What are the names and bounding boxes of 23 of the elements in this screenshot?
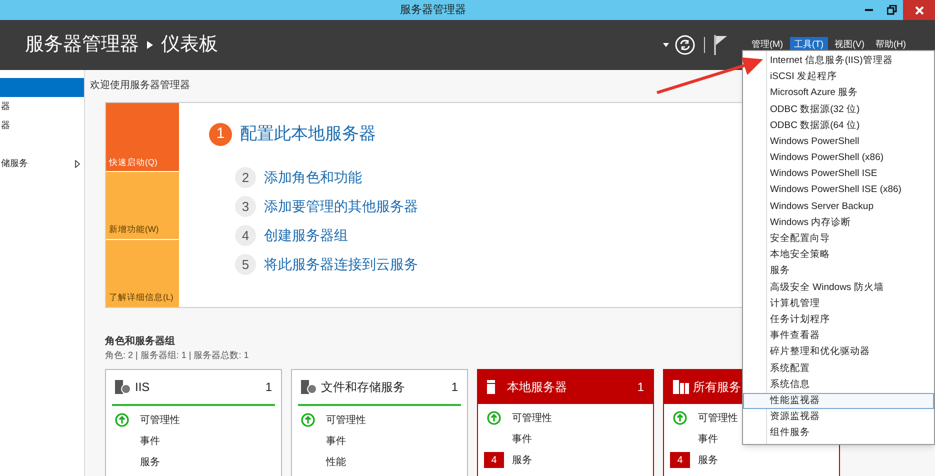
breadcrumb-item: 服务器管理器 xyxy=(25,32,139,57)
card-count: 1 xyxy=(451,378,458,396)
card-count: 1 xyxy=(637,378,644,396)
sidebar-item-label: 器 xyxy=(1,100,10,113)
card-title: IIS xyxy=(135,378,150,396)
count-badge: 4 xyxy=(670,452,690,468)
card-title: 文件和存储服务 xyxy=(321,378,405,396)
step-number: 5 xyxy=(235,254,256,275)
count-badge: 4 xyxy=(484,452,504,468)
section-title: 角色和服务器组 xyxy=(105,334,175,349)
sidebar-item-label: 储服务 xyxy=(1,156,28,170)
window-title: 服务器管理器 xyxy=(400,2,466,18)
step-number: 3 xyxy=(235,196,256,217)
step-number: 2 xyxy=(235,167,256,188)
step-number: 4 xyxy=(235,225,256,246)
card-count: 1 xyxy=(265,378,272,396)
welcome-title: 欢迎使用服务器管理器 xyxy=(90,78,190,93)
card-title: 本地服务器 xyxy=(507,378,567,396)
step-number: 1 xyxy=(209,122,232,146)
breadcrumb-item: 仪表板 xyxy=(161,32,218,57)
card-title: 所有服务 xyxy=(693,378,741,396)
section-summary: 角色: 2 | 服务器组: 1 | 服务器总数: 1 xyxy=(105,349,249,362)
sidebar-item-label: 器 xyxy=(1,118,10,132)
